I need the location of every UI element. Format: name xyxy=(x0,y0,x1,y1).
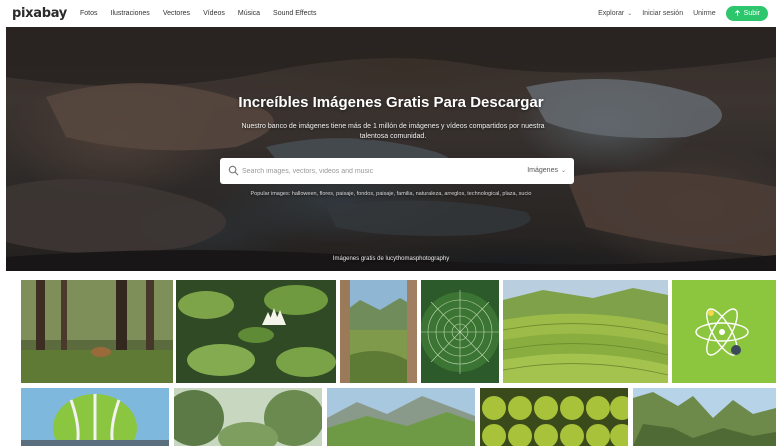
upload-icon xyxy=(734,10,740,16)
upload-label: Subir xyxy=(743,10,760,17)
search-bar: Imágenes⌄ xyxy=(220,158,574,184)
search-type-label: Imágenes xyxy=(527,167,558,174)
green-mountains-image xyxy=(327,388,475,446)
water-lily-image xyxy=(176,280,336,383)
thumb-jungle-foliage[interactable] xyxy=(174,388,322,446)
hero-title: Increíbles Imágenes Gratis Para Descarga… xyxy=(238,94,544,111)
thumb-rocky-cliffs[interactable] xyxy=(633,388,776,446)
image-credit[interactable]: Imágenes gratis de lucythomasphotography xyxy=(6,256,776,262)
nav-link-fotos[interactable]: Fotos xyxy=(80,10,98,17)
thumb-forest-deer[interactable] xyxy=(21,280,173,383)
explore-menu[interactable]: Explorar ⌄ xyxy=(598,10,632,17)
search-input[interactable] xyxy=(242,163,512,179)
search-type-dropdown[interactable]: Imágenes ⌄ xyxy=(527,167,566,174)
thumb-mountain-valley[interactable] xyxy=(340,280,417,383)
spider-web-image xyxy=(421,280,499,383)
pixabay-logo[interactable]: pixabay xyxy=(12,6,67,21)
thumb-atom-illustration[interactable] xyxy=(672,280,776,383)
top-nav: pixabay Fotos Ilustraciones Vectores Víd… xyxy=(0,0,776,27)
nav-link-sound-effects[interactable]: Sound Effects xyxy=(273,10,316,17)
nav-right: Explorar ⌄ Iniciar sesión Unirme Subir xyxy=(598,0,768,27)
thumb-water-lily[interactable] xyxy=(176,280,336,383)
nav-link-videos[interactable]: Vídeos xyxy=(203,10,225,17)
thumb-rice-terraces[interactable] xyxy=(503,280,668,383)
atom-illustration-image xyxy=(672,280,776,383)
hero-overlay xyxy=(6,27,776,271)
thumb-hot-air-balloon[interactable] xyxy=(21,388,169,446)
nav-links: Fotos Ilustraciones Vectores Vídeos Músi… xyxy=(80,0,317,27)
thumb-green-apples[interactable] xyxy=(480,388,628,446)
thumb-spider-web[interactable] xyxy=(421,280,499,383)
nav-link-musica[interactable]: Música xyxy=(238,10,260,17)
rocky-cliffs-image xyxy=(633,388,776,446)
login-link[interactable]: Iniciar sesión xyxy=(642,10,683,17)
chevron-down-icon: ⌄ xyxy=(627,11,633,17)
popular-searches[interactable]: Popular images: halloween, flores, paisa… xyxy=(6,191,776,197)
explore-label: Explorar xyxy=(598,10,625,17)
hero-banner: Increíbles Imágenes Gratis Para Descarga… xyxy=(6,27,776,271)
nav-link-ilustraciones[interactable]: Ilustraciones xyxy=(111,10,150,17)
chevron-down-icon: ⌄ xyxy=(560,168,566,174)
hero-subtitle: Nuestro banco de imágenes tiene más de 1… xyxy=(241,123,545,140)
join-link[interactable]: Unirme xyxy=(693,10,716,17)
search-icon xyxy=(228,165,239,176)
hot-air-balloon-image xyxy=(21,388,169,446)
nav-link-vectores[interactable]: Vectores xyxy=(163,10,190,17)
thumb-green-mountains[interactable] xyxy=(327,388,475,446)
upload-button[interactable]: Subir xyxy=(725,6,768,21)
forest-deer-image xyxy=(21,280,173,383)
rice-terraces-image xyxy=(503,280,668,383)
jungle-foliage-image xyxy=(174,388,322,446)
green-apples-image xyxy=(480,388,628,446)
mountain-valley-image xyxy=(340,280,417,383)
